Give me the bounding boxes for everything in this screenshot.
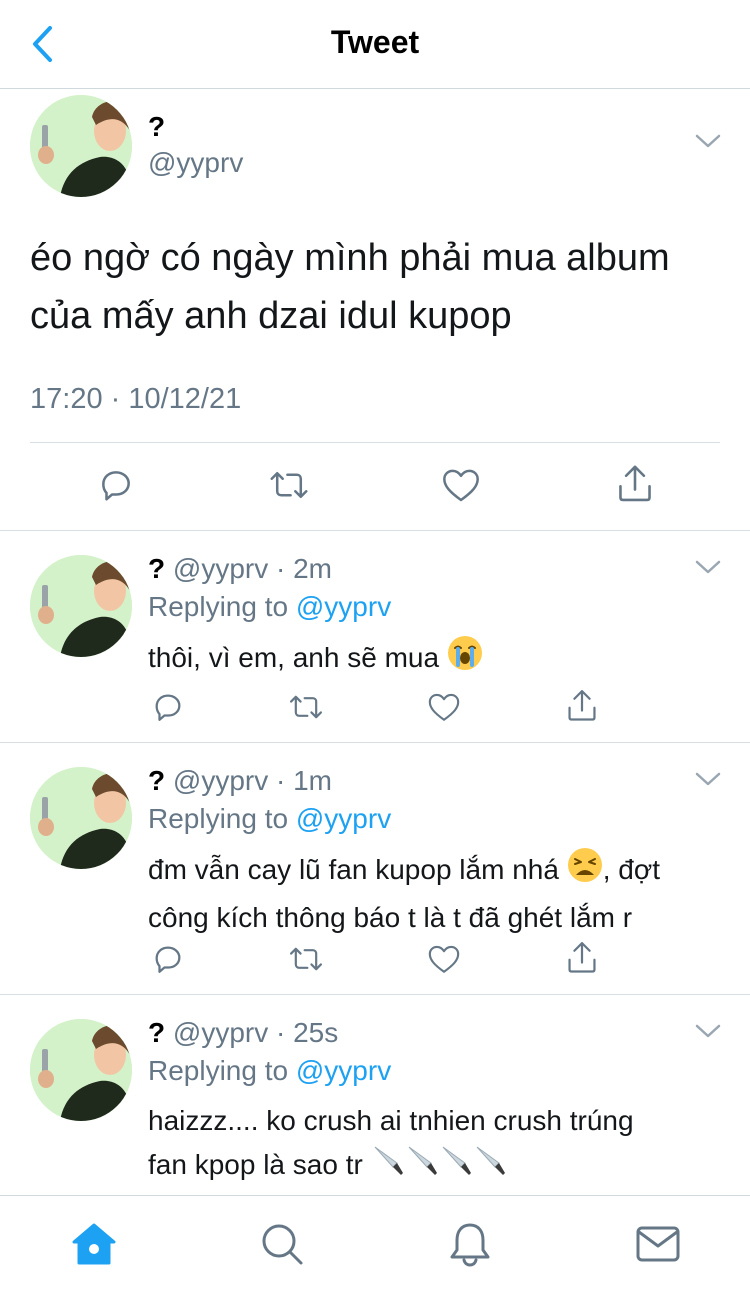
reply-text-line: fan kpop là sao tr	[148, 1149, 363, 1180]
reply-text-line: công kích thông báo t là t đã ghét lắm r	[148, 902, 633, 933]
kitchen-knife-icon	[473, 1143, 507, 1190]
replying-to: Replying to @yyprv	[148, 591, 391, 623]
notifications-icon	[450, 1223, 490, 1267]
weary-face-icon	[567, 847, 603, 896]
chevron-down-icon	[695, 134, 721, 148]
home-icon	[72, 1223, 116, 1265]
chevron-down-icon	[695, 772, 721, 786]
kitchen-knife-icon	[371, 1143, 405, 1190]
author-handle-time[interactable]: @yyprv · 25s	[173, 1017, 338, 1048]
page-title: Tweet	[330, 24, 420, 60]
kitchen-knife-icon	[439, 1143, 473, 1190]
replying-to-link[interactable]: @yyprv	[296, 1055, 391, 1086]
share-icon	[619, 465, 651, 502]
reply-text: thôi, vì em, anh sẽ mua	[148, 635, 718, 684]
tweet-options-button[interactable]	[694, 559, 722, 580]
replying-to-label: Replying to	[148, 591, 296, 622]
divider	[30, 442, 720, 443]
reply-header: ? @yyprv · 1m	[148, 765, 332, 797]
reply-icon	[155, 946, 181, 973]
kitchen-knife-icon	[405, 1143, 439, 1190]
main-tweet: ? @yyprv éo ngờ có ngày mình phải mua al…	[0, 89, 750, 531]
reply-tweet[interactable]: ? @yyprv · 1m Replying to @yyprv đm vẫn …	[0, 743, 750, 995]
heart-icon	[428, 693, 460, 721]
tweet-options-button[interactable]	[694, 1023, 722, 1044]
tab-home[interactable]	[70, 1220, 118, 1268]
reply-icon	[102, 471, 130, 501]
share-button[interactable]	[564, 685, 600, 725]
retweet-button[interactable]	[286, 687, 326, 727]
retweet-button[interactable]	[266, 463, 312, 507]
reply-text-line: haizzz.... ko crush ai tnhien crush trún…	[148, 1105, 634, 1136]
top-navigation-bar: Tweet	[0, 0, 750, 89]
tweet-actions	[0, 463, 750, 511]
search-icon	[262, 1224, 303, 1265]
reply-text: đm vẫn cay lũ fan kupop lắm nhá , đợt cô…	[148, 847, 718, 940]
retweet-icon	[289, 695, 323, 719]
replying-to-label: Replying to	[148, 803, 296, 834]
tab-notifications[interactable]	[446, 1220, 494, 1268]
like-button[interactable]	[426, 939, 462, 979]
retweet-button[interactable]	[286, 939, 326, 979]
tab-search[interactable]	[258, 1220, 306, 1268]
reply-button[interactable]	[150, 687, 186, 727]
share-icon	[568, 690, 596, 721]
like-button[interactable]	[440, 463, 482, 507]
share-icon	[568, 942, 596, 973]
reply-button[interactable]	[150, 939, 186, 979]
author-name[interactable]: ?	[148, 111, 165, 143]
tweet-text-line: của mấy anh dzai idul kupop	[30, 295, 512, 337]
reply-header: ? @yyprv · 2m	[148, 553, 332, 585]
avatar[interactable]	[30, 767, 132, 869]
reply-text-line: đm vẫn cay lũ fan kupop lắm nhá	[148, 853, 559, 885]
replying-to-link[interactable]: @yyprv	[296, 803, 391, 834]
reply-text-line: thôi, vì em, anh sẽ mua	[148, 641, 440, 673]
reply-text: haizzz.... ko crush ai tnhien crush trún…	[148, 1099, 718, 1190]
reply-text-line: , đợt	[602, 853, 660, 885]
reply-tweet[interactable]: ? @yyprv · 25s Replying to @yyprv haizzz…	[0, 995, 750, 1195]
avatar[interactable]	[30, 95, 132, 197]
tweet-options-button[interactable]	[694, 771, 722, 792]
reply-header: ? @yyprv · 25s	[148, 1017, 338, 1049]
tweet-text: éo ngờ có ngày mình phải mua album của m…	[30, 229, 720, 345]
avatar[interactable]	[30, 1019, 132, 1121]
replying-to: Replying to @yyprv	[148, 803, 391, 835]
loudly-crying-face-icon	[447, 635, 483, 684]
author-name[interactable]: ?	[148, 553, 165, 584]
reply-tweet[interactable]: ? @yyprv · 2m Replying to @yyprv thôi, v…	[0, 531, 750, 743]
bottom-tab-bar	[0, 1195, 750, 1295]
avatar[interactable]	[30, 555, 132, 657]
chevron-down-icon	[695, 1024, 721, 1038]
heart-icon	[443, 469, 479, 502]
replying-to: Replying to @yyprv	[148, 1055, 391, 1087]
author-handle[interactable]: @yyprv	[148, 147, 243, 179]
chevron-down-icon	[695, 560, 721, 574]
replying-to-link[interactable]: @yyprv	[296, 591, 391, 622]
tab-messages[interactable]	[634, 1220, 682, 1268]
retweet-icon	[289, 947, 323, 971]
tweet-options-button[interactable]	[694, 133, 722, 154]
share-button[interactable]	[614, 459, 656, 507]
reply-icon	[155, 694, 181, 721]
tweet-text-line: éo ngờ có ngày mình phải mua album	[30, 237, 670, 279]
like-button[interactable]	[426, 687, 462, 727]
author-name[interactable]: ?	[148, 1017, 165, 1048]
author-handle-time[interactable]: @yyprv · 1m	[173, 765, 332, 796]
messages-icon	[636, 1226, 680, 1262]
author-handle-time[interactable]: @yyprv · 2m	[173, 553, 332, 584]
retweet-icon	[270, 471, 308, 499]
author-name[interactable]: ?	[148, 765, 165, 796]
heart-icon	[428, 945, 460, 973]
reply-button[interactable]	[96, 463, 136, 507]
tweet-timestamp[interactable]: 17:20 · 10/12/21	[30, 383, 241, 416]
replying-to-label: Replying to	[148, 1055, 296, 1086]
share-button[interactable]	[564, 937, 600, 977]
